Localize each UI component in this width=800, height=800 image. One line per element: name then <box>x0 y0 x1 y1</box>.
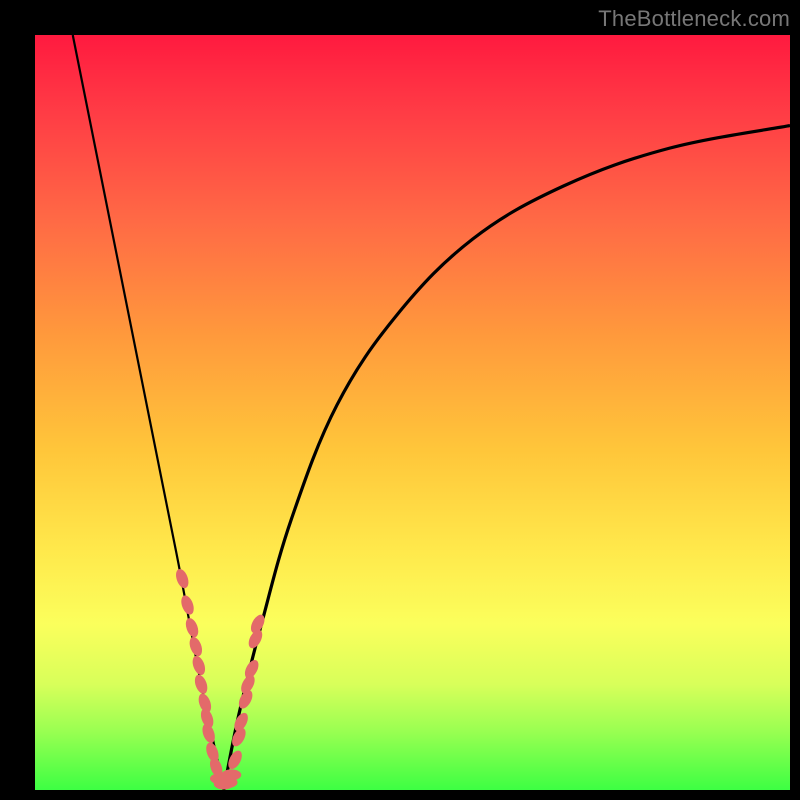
data-marker <box>179 594 196 617</box>
data-marker <box>221 769 241 780</box>
marker-group <box>174 567 268 789</box>
plot-area <box>35 35 790 790</box>
data-marker <box>200 722 217 745</box>
right-branch-curve <box>224 126 790 790</box>
data-marker <box>183 616 200 639</box>
data-marker <box>187 635 204 658</box>
data-marker <box>190 654 207 677</box>
watermark-text: TheBottleneck.com <box>598 6 790 32</box>
chart-svg <box>35 35 790 790</box>
data-marker <box>193 673 210 696</box>
data-marker <box>174 567 191 590</box>
chart-frame: TheBottleneck.com <box>0 0 800 800</box>
